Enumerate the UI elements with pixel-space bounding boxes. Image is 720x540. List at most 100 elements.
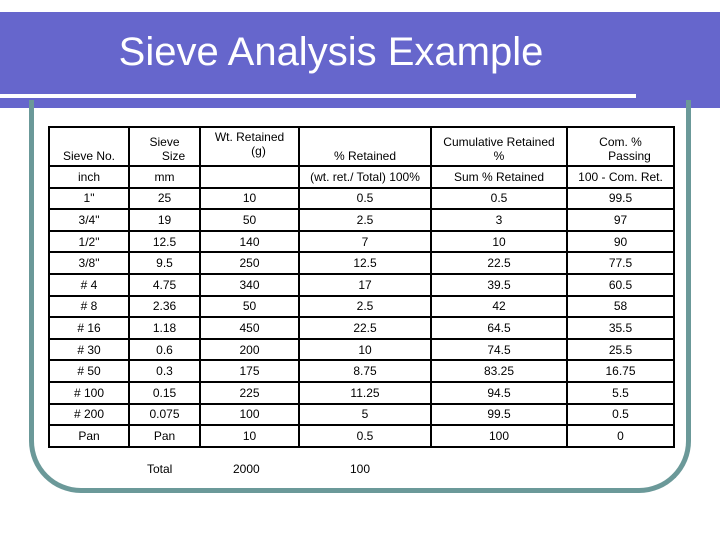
- table-cell: # 4: [48, 272, 130, 297]
- table-cell: 10: [199, 424, 300, 448]
- table-cell: 0.5: [566, 402, 675, 427]
- table-cell: 450: [199, 316, 300, 340]
- totals-percent: 100: [350, 462, 371, 476]
- table-cell: 25.5: [566, 337, 675, 362]
- unit-cell: Sum % Retained: [430, 165, 568, 189]
- table-cell: 9.5: [128, 251, 201, 275]
- table-row: # 100 0.15 225 11.25 94.5 5.5: [48, 380, 675, 405]
- header-line1: Sieve: [149, 135, 180, 149]
- table-cell: 99.5: [430, 402, 568, 427]
- table-cell: 77.5: [566, 251, 675, 275]
- header-line1: Cumulative Retained: [443, 135, 555, 149]
- unit-cell: 100 - Com. Ret.: [566, 165, 675, 189]
- table-cell: 16.75: [566, 359, 675, 383]
- units-row: inch mm (wt. ret./ Total) 100% Sum % Ret…: [48, 165, 675, 189]
- table-cell: 50: [199, 294, 300, 319]
- table-cell: # 100: [48, 380, 130, 405]
- table-row: # 30 0.6 200 10 74.5 25.5: [48, 337, 675, 362]
- unit-cell: (wt. ret./ Total) 100%: [298, 165, 432, 189]
- header-line1: Com. %: [599, 135, 642, 149]
- slide-title: Sieve Analysis Example: [0, 12, 720, 92]
- table-row: Pan Pan 10 0.5 100 0: [48, 424, 675, 448]
- table-row: 3/4" 19 50 2.5 3 97: [48, 208, 675, 232]
- table-cell: 1.18: [128, 316, 201, 340]
- table-cell: 0.075: [128, 402, 201, 427]
- table-cell: Pan: [48, 424, 130, 448]
- unit-cell: inch: [48, 165, 130, 189]
- header-cumulative-retained: Cumulative Retained%: [430, 126, 568, 167]
- totals-weight: 2000: [233, 462, 260, 476]
- table-cell: 35.5: [566, 316, 675, 340]
- slide-title-text: Sieve Analysis Example: [118, 30, 544, 74]
- table-cell: Pan: [128, 424, 201, 448]
- table-cell: # 50: [48, 359, 130, 383]
- table-cell: 19: [128, 208, 201, 232]
- table-row: 1" 25 10 0.5 0.5 99.5: [48, 186, 675, 211]
- table-cell: 10: [298, 337, 432, 362]
- table-cell: 22.5: [430, 251, 568, 275]
- table-cell: 11.25: [298, 380, 432, 405]
- header-sieve-size: Sieve Size: [128, 126, 201, 167]
- table-cell: # 200: [48, 402, 130, 427]
- table-cell: # 30: [48, 337, 130, 362]
- table-row: # 16 1.18 450 22.5 64.5 35.5: [48, 316, 675, 340]
- table-cell: # 16: [48, 316, 130, 340]
- table-row: 1/2" 12.5 140 7 10 90: [48, 229, 675, 254]
- table-cell: 3/8": [48, 251, 130, 275]
- table-cell: 3: [430, 208, 568, 232]
- table-cell: 0.5: [298, 424, 432, 448]
- table-cell: 200: [199, 337, 300, 362]
- table-cell: 1/2": [48, 229, 130, 254]
- header-wt-retained: Wt. Retained (g): [199, 126, 300, 167]
- table-cell: 250: [199, 251, 300, 275]
- table-cell: 10: [430, 229, 568, 254]
- table-cell: 42: [430, 294, 568, 319]
- table-cell: 2.5: [298, 208, 432, 232]
- table-cell: 3/4": [48, 208, 130, 232]
- table-cell: 97: [566, 208, 675, 232]
- header-line2: % Retained: [333, 149, 397, 163]
- table-cell: 39.5: [430, 272, 568, 297]
- header-com-passing: Com. % Passing: [566, 126, 675, 167]
- table-cell: 0.3: [128, 359, 201, 383]
- table-cell: 60.5: [566, 272, 675, 297]
- header-line1: Wt. Retained: [214, 130, 285, 144]
- table-cell: 0.5: [430, 186, 568, 211]
- header-line2: Sieve No.: [62, 149, 116, 163]
- header-line2: %: [493, 149, 505, 163]
- table-row: # 50 0.3 175 8.75 83.25 16.75: [48, 359, 675, 383]
- unit-cell: [199, 165, 300, 189]
- table-cell: 2.5: [298, 294, 432, 319]
- header-line2: Passing: [608, 149, 651, 163]
- table-cell: 64.5: [430, 316, 568, 340]
- table-cell: 0.15: [128, 380, 201, 405]
- table-cell: 22.5: [298, 316, 432, 340]
- table-cell: 99.5: [566, 186, 675, 211]
- table-cell: 0.6: [128, 337, 201, 362]
- table-cell: 0.5: [298, 186, 432, 211]
- table-row: # 4 4.75 340 17 39.5 60.5: [48, 272, 675, 297]
- table-cell: 90: [566, 229, 675, 254]
- table-cell: 83.25: [430, 359, 568, 383]
- header-line2: (g): [251, 144, 266, 158]
- table-cell: 94.5: [430, 380, 568, 405]
- table-cell: 17: [298, 272, 432, 297]
- table-cell: 25: [128, 186, 201, 211]
- table-row: 3/8" 9.5 250 12.5 22.5 77.5: [48, 251, 675, 275]
- header-sieve-no: Sieve No.: [48, 126, 130, 167]
- unit-cell: mm: [128, 165, 201, 189]
- table-cell: 100: [199, 402, 300, 427]
- sieve-analysis-table: Sieve No. Sieve Size Wt. Retained (g) % Re…: [48, 126, 675, 448]
- table-cell: 2.36: [128, 294, 201, 319]
- table-cell: 1": [48, 186, 130, 211]
- table-cell: 8.75: [298, 359, 432, 383]
- table-cell: 340: [199, 272, 300, 297]
- table-cell: 50: [199, 208, 300, 232]
- table-cell: 100: [430, 424, 568, 448]
- header-line2: Size: [161, 149, 186, 163]
- table-cell: 7: [298, 229, 432, 254]
- table-cell: # 8: [48, 294, 130, 319]
- table-cell: 4.75: [128, 272, 201, 297]
- table-cell: 58: [566, 294, 675, 319]
- header-pct-retained: % Retained: [298, 126, 432, 167]
